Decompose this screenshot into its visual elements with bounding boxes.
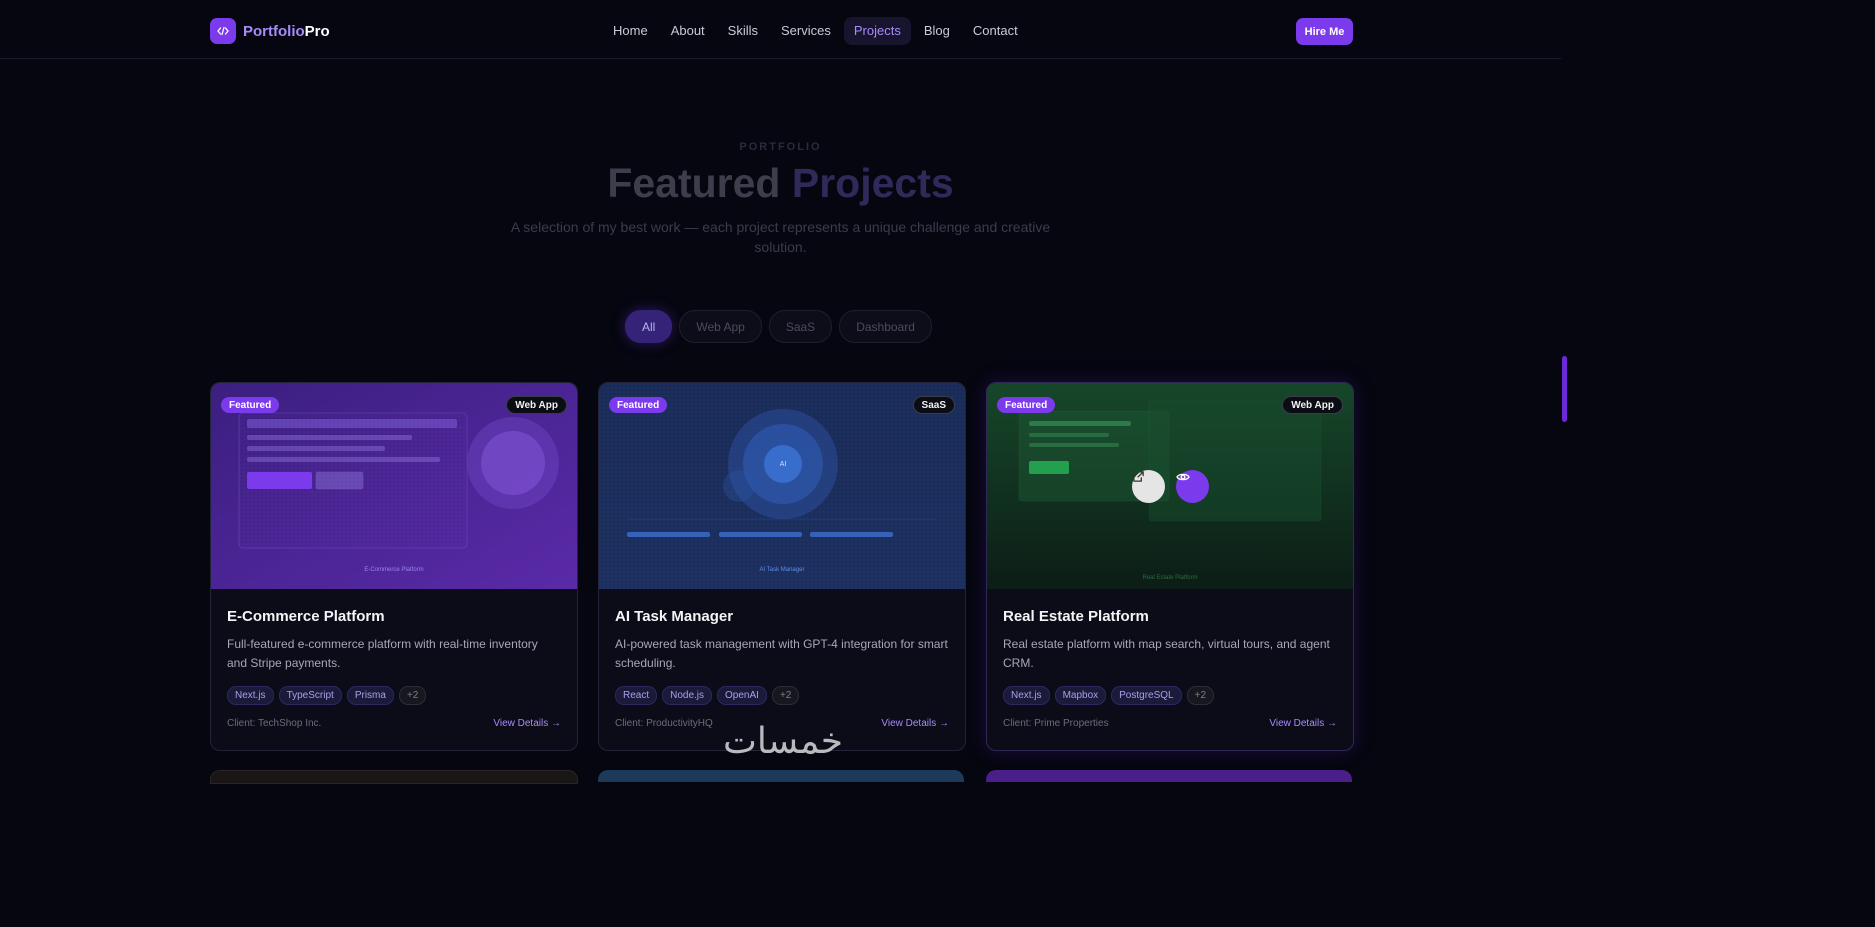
external-link-icon	[1133, 471, 1144, 482]
tech-tag: Next.js	[1003, 686, 1050, 705]
project-card-peek[interactable]	[986, 770, 1352, 782]
project-thumbnail: Real Estate Platform Featured Web App	[987, 383, 1353, 589]
project-description: Full-featured e-commerce platform with r…	[227, 637, 538, 670]
tech-tag: Prisma	[346, 686, 394, 705]
external-link-button[interactable]	[1132, 470, 1165, 503]
filter-dashboard[interactable]: Dashboard	[839, 310, 932, 343]
section-subtitle: A selection of my best work — each proje…	[510, 219, 1051, 255]
nav-link-about[interactable]: About	[661, 17, 715, 45]
project-card[interactable]: Real Estate Platform Featured Web App Re…	[986, 382, 1354, 751]
featured-badge: Featured	[609, 397, 668, 413]
project-card-peek[interactable]	[598, 770, 964, 782]
top-navbar: PortfolioPro Home About Skills Services …	[0, 0, 1561, 59]
featured-badge: Featured	[997, 397, 1056, 413]
nav-link-home[interactable]: Home	[603, 17, 658, 45]
tech-tag: OpenAI	[717, 686, 767, 705]
view-details-link[interactable]: View Details →	[493, 718, 561, 729]
watermark-logo: خمسات	[688, 720, 878, 762]
svg-text:خمسات: خمسات	[723, 721, 843, 760]
project-card[interactable]: E-Commerce Platform Featured Web App E-C…	[210, 382, 578, 751]
tech-tag: Mapbox	[1054, 686, 1107, 705]
view-details-link[interactable]: View Details →	[881, 718, 949, 729]
section-title: Featured Projects	[607, 160, 954, 206]
project-thumbnail: AI AI Task Manager Featured SaaS	[599, 383, 965, 589]
project-card[interactable]: AI AI Task Manager Featured SaaS AI Task…	[598, 382, 966, 751]
category-badge: SaaS	[912, 396, 955, 414]
tech-tags: React Node.js OpenAI +2	[615, 686, 949, 705]
tech-tag: React	[615, 686, 658, 705]
brand-logo[interactable]: PortfolioPro	[210, 18, 330, 44]
view-details-link[interactable]: View Details →	[1269, 718, 1337, 729]
tech-tag: Next.js	[227, 686, 274, 705]
tech-tags: Next.js TypeScript Prisma +2	[227, 686, 561, 705]
filter-saas[interactable]: SaaS	[768, 310, 833, 343]
more-tags-badge: +2	[771, 686, 800, 705]
scrollbar-thumb[interactable]	[1562, 356, 1567, 422]
project-title: E-Commerce Platform	[227, 608, 385, 625]
nav-link-projects[interactable]: Projects	[843, 17, 911, 45]
tech-tag: Node.js	[662, 686, 713, 705]
tech-tag: TypeScript	[278, 686, 342, 705]
project-description: Real estate platform with map search, vi…	[1003, 637, 1330, 670]
eye-icon	[1176, 473, 1190, 481]
filter-web-app[interactable]: Web App	[679, 310, 762, 343]
code-icon	[210, 18, 236, 44]
featured-badge: Featured	[221, 397, 280, 413]
project-filters: All Web App SaaS Dashboard	[625, 310, 932, 343]
thumb-center-label: AI	[779, 461, 787, 468]
preview-button[interactable]	[1176, 470, 1209, 503]
nav-link-contact[interactable]: Contact	[963, 17, 1028, 45]
more-tags-badge: +2	[1186, 686, 1215, 705]
more-tags-badge: +2	[398, 686, 427, 705]
hire-me-button[interactable]: Hire Me	[1296, 18, 1353, 45]
section-eyebrow: PORTFOLIO	[739, 141, 822, 153]
project-title: Real Estate Platform	[1003, 608, 1149, 625]
project-title: AI Task Manager	[615, 608, 734, 625]
thumb-caption: E-Commerce Platform	[364, 567, 424, 573]
project-description: AI-powered task management with GPT-4 in…	[615, 637, 948, 670]
nav-link-blog[interactable]: Blog	[914, 17, 960, 45]
category-badge: Web App	[506, 396, 567, 414]
client-name: Client: Prime Properties	[1003, 718, 1109, 729]
nav-links: Home About Skills Services Projects Blog…	[603, 17, 1031, 45]
thumb-caption: Real Estate Platform	[1142, 575, 1198, 581]
brand-name: PortfolioPro	[243, 22, 330, 40]
client-name: Client: TechShop Inc.	[227, 718, 322, 729]
project-card-peek[interactable]	[210, 770, 578, 784]
filter-all[interactable]: All	[625, 310, 673, 343]
nav-link-skills[interactable]: Skills	[718, 17, 768, 45]
tech-tag: PostgreSQL	[1111, 686, 1182, 705]
category-badge: Web App	[1282, 396, 1343, 414]
project-thumbnail: E-Commerce Platform Featured Web App	[211, 383, 577, 589]
tech-tags: Next.js Mapbox PostgreSQL +2	[1003, 686, 1337, 705]
nav-link-services[interactable]: Services	[771, 17, 841, 45]
thumb-caption: AI Task Manager	[759, 567, 805, 573]
